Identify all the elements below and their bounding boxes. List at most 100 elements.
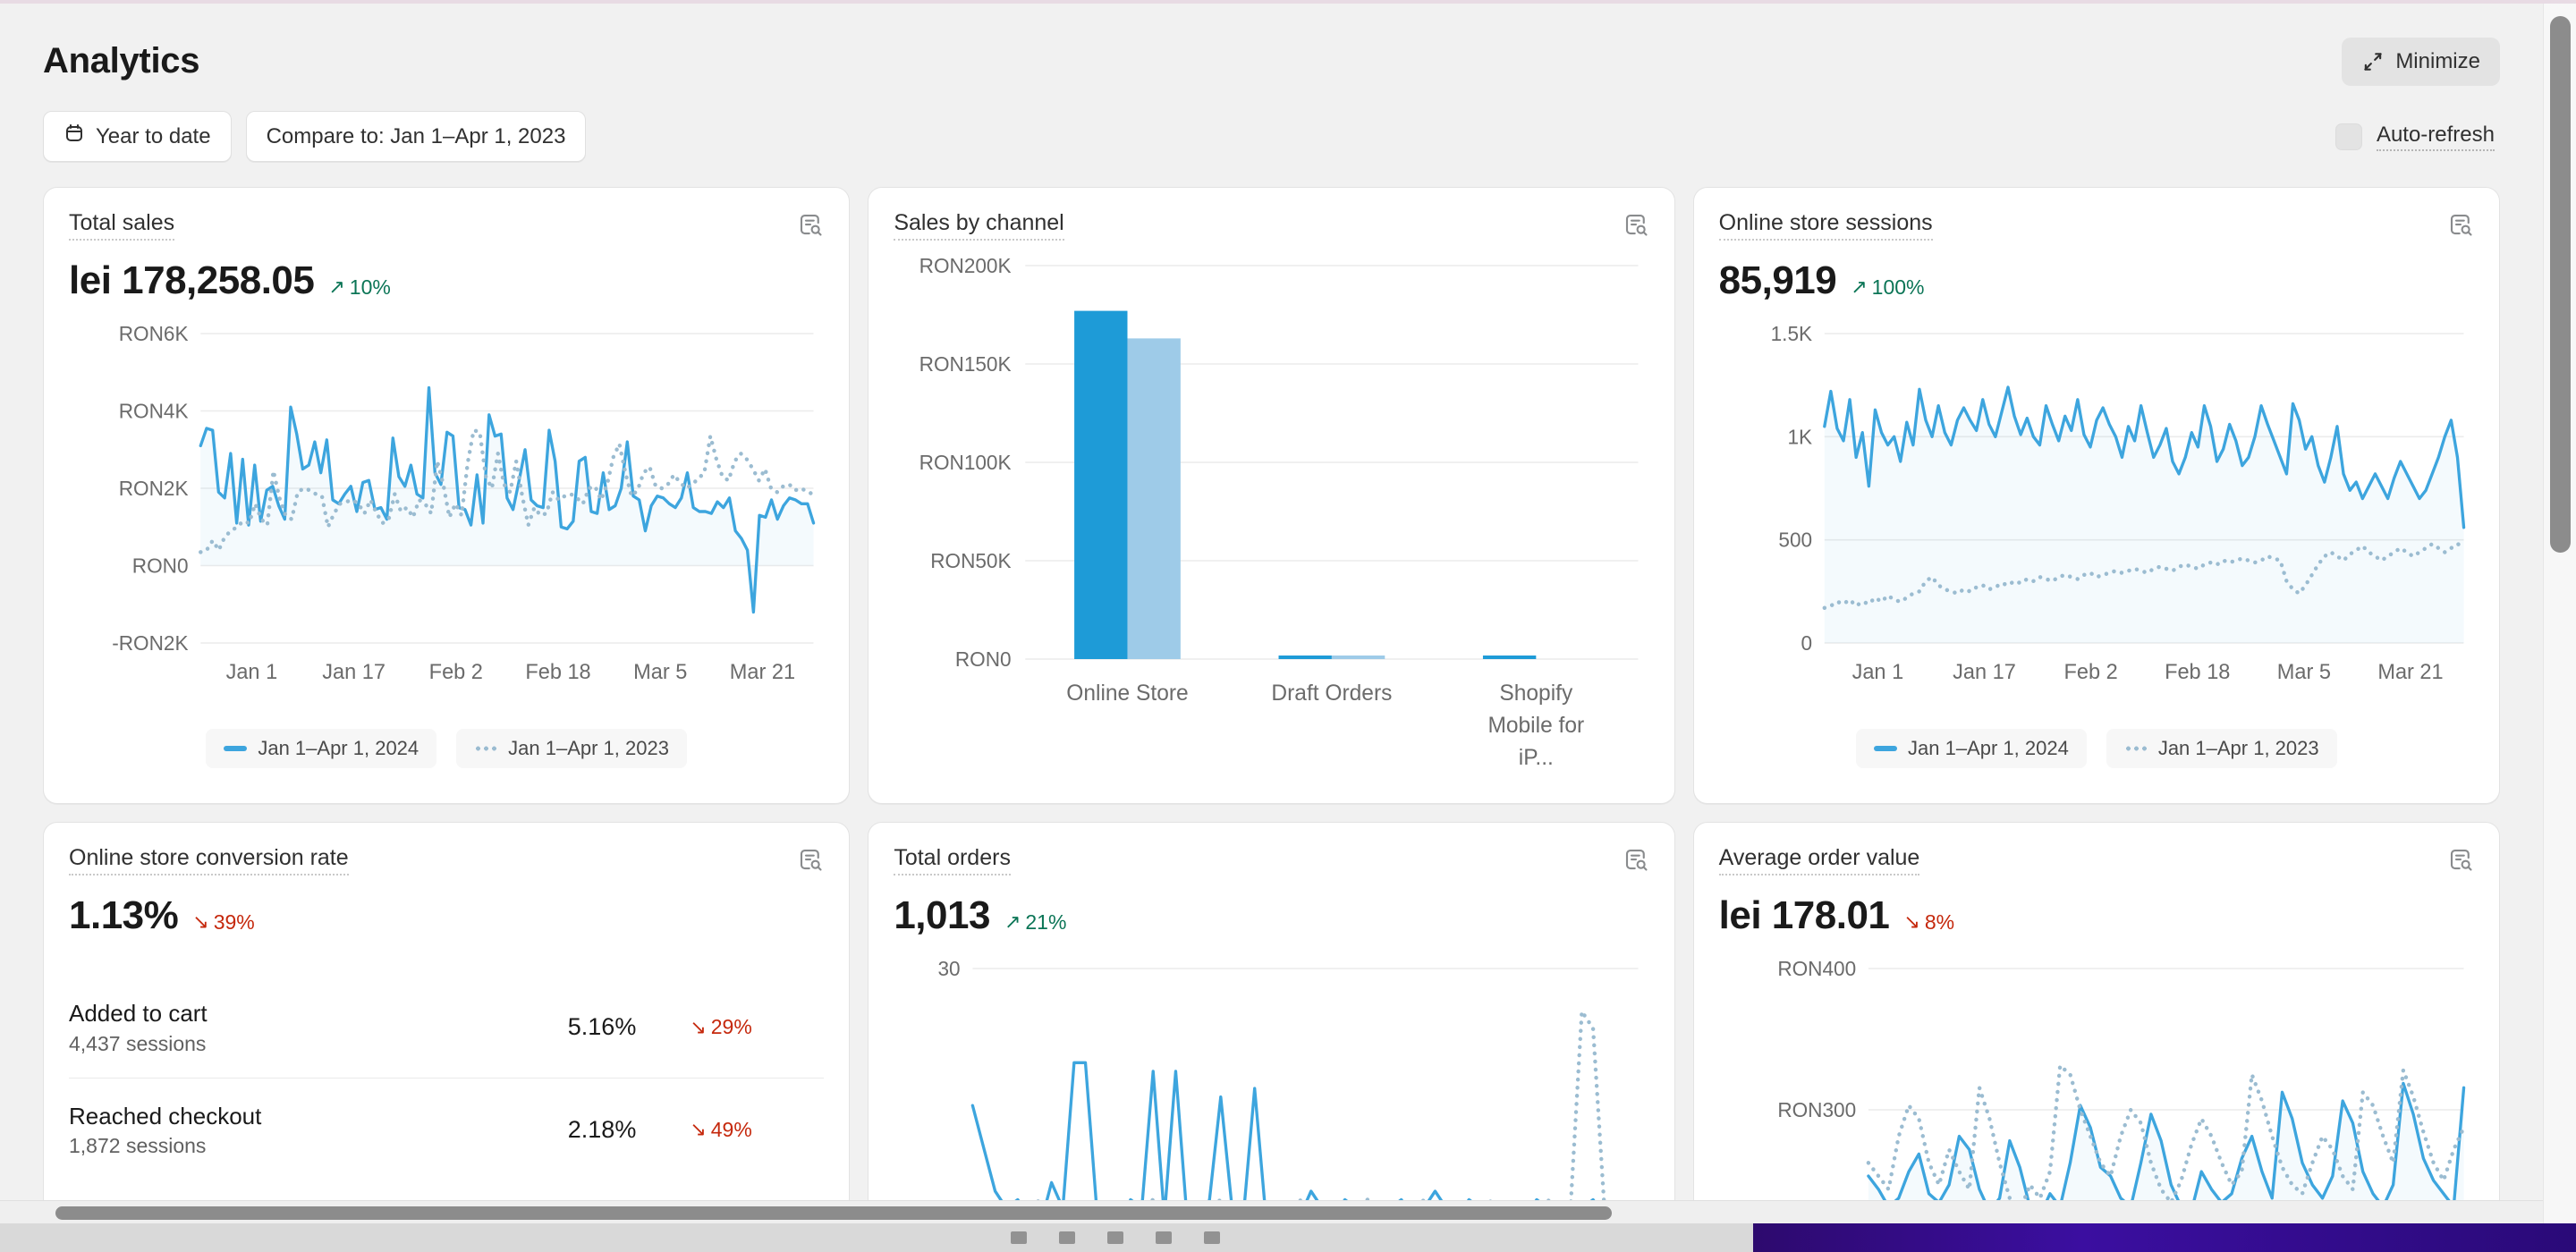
chart-sales-by-channel: RON0 RON50K RON100K RON150K RON200K Online St… (894, 248, 1648, 784)
auto-refresh-control[interactable]: Auto-refresh (2334, 123, 2500, 151)
card-sales-by-channel: Sales by channel RON0 RON50K RON100K RON150… (868, 187, 1675, 804)
view-report-icon[interactable] (2447, 846, 2474, 877)
legend-previous-label: Jan 1–Apr 1, 2023 (508, 737, 669, 759)
minimize-label: Minimize (2395, 49, 2480, 73)
minimize-button[interactable]: Minimize (2342, 38, 2500, 86)
scroll-viewport: Analytics Minimize Year to date Compare … (0, 4, 2543, 1232)
legend-solid-swatch (224, 746, 248, 751)
taskbar-icon[interactable] (1156, 1231, 1172, 1244)
svg-text:0: 0 (1801, 631, 1812, 655)
svg-text:RON2K: RON2K (119, 477, 189, 500)
svg-text:RON200K: RON200K (919, 254, 1012, 277)
svg-text:RON150K: RON150K (919, 352, 1012, 376)
svg-text:RON0: RON0 (955, 647, 1012, 671)
svg-text:RON100K: RON100K (919, 451, 1012, 474)
horizontal-scrollbar[interactable] (0, 1200, 2543, 1223)
svg-text:Jan 1: Jan 1 (1852, 660, 1903, 684)
metric-delta: ↗ 21% (1004, 910, 1066, 935)
funnel-label: Added to cart (69, 1000, 208, 1027)
chart-online-store-sessions: 0 500 1K 1.5K Jan 1 Jan 17 Feb 2 Feb 18 Mar 5 Mar… (1719, 321, 2474, 715)
funnel-label: Reached checkout (69, 1102, 262, 1129)
view-report-icon[interactable] (1623, 211, 1649, 242)
calendar-icon (64, 123, 85, 150)
metric-value: lei 178,258.05 (69, 258, 315, 302)
funnel-row-reached-checkout[interactable]: Reached checkout 1,872 sessions 2.18% ↘ … (69, 1077, 825, 1180)
legend-current[interactable]: Jan 1–Apr 1, 2024 (206, 729, 437, 768)
bar-chart-svg: RON0 RON50K RON100K RON150K RON200K Online St… (919, 254, 1639, 770)
svg-text:RON300: RON300 (1777, 1098, 1856, 1121)
legend-previous[interactable]: Jan 1–Apr 1, 2023 (456, 729, 687, 768)
metric-delta: ↘ 39% (192, 910, 254, 935)
taskbar-active-window[interactable] (1753, 1223, 2576, 1252)
taskbar-icon[interactable] (1107, 1231, 1123, 1244)
card-total-orders: Total orders 1,013 ↗ 21% 30 (868, 822, 1675, 1232)
legend-current-label: Jan 1–Apr 1, 2024 (1908, 737, 2069, 759)
taskbar-icon[interactable] (1059, 1231, 1075, 1244)
vertical-scrollbar[interactable] (2543, 4, 2576, 1232)
page-title: Analytics (43, 41, 200, 80)
compare-label: Compare to: Jan 1–Apr 1, 2023 (266, 123, 566, 148)
metric-value: 1.13% (69, 893, 179, 937)
svg-text:Mar 21: Mar 21 (730, 660, 795, 684)
taskbar-icon[interactable] (1011, 1231, 1027, 1244)
horizontal-scrollbar-thumb[interactable] (55, 1206, 1612, 1220)
card-title: Online store conversion rate (69, 845, 349, 876)
svg-text:Jan 17: Jan 17 (322, 660, 386, 684)
funnel-delta-value: 49% (710, 1117, 752, 1141)
analytics-card-grid: Total sales lei 178,258.05 ↗ 10% -RON2K … (43, 187, 2500, 1232)
svg-text:Jan 17: Jan 17 (1953, 660, 2016, 684)
svg-text:Mar 5: Mar 5 (633, 660, 687, 684)
funnel-sessions: 4,437 sessions (69, 1031, 207, 1055)
svg-text:Mar 5: Mar 5 (2276, 660, 2330, 684)
svg-text:Shopify: Shopify (1500, 681, 1573, 706)
svg-text:Mobile for: Mobile for (1488, 714, 1585, 738)
metric-value: 85,919 (1718, 258, 1837, 302)
arrow-down-icon: ↘ (192, 910, 209, 933)
delta-value: 39% (213, 909, 255, 934)
minimize-arrows-icon (2361, 50, 2385, 73)
legend-dotted-swatch (2123, 746, 2148, 751)
delta-value: 8% (1924, 909, 1955, 934)
svg-text:Online Store: Online Store (1067, 681, 1189, 706)
card-online-store-conversion-rate: Online store conversion rate 1.13% ↘ 39%… (43, 822, 851, 1232)
card-title: Average order value (1718, 845, 1920, 876)
funnel-row-added-to-cart[interactable]: Added to cart 4,437 sessions 5.16% ↘ 29% (69, 976, 824, 1078)
card-title: Total sales (69, 210, 175, 241)
delta-value: 100% (1871, 275, 1925, 299)
chart-legend: Jan 1–Apr 1, 2024 Jan 1–Apr 1, 2023 (1719, 729, 2474, 768)
legend-current-label: Jan 1–Apr 1, 2024 (258, 737, 419, 759)
arrow-down-icon: ↘ (690, 1015, 707, 1038)
line-chart-svg: -RON2K RON0 RON2K RON4K RON6K Jan 1 Jan 17 Feb … (112, 322, 816, 684)
line-chart-svg: 0 500 1K 1.5K Jan 1 Jan 17 Feb 2 Feb 18 Mar 5 Mar… (1770, 322, 2466, 684)
analytics-page: Analytics Minimize Year to date Compare … (0, 0, 2576, 1252)
svg-text:RON400: RON400 (1777, 957, 1856, 980)
legend-previous[interactable]: Jan 1–Apr 1, 2023 (2106, 729, 2337, 768)
view-report-icon[interactable] (1623, 846, 1649, 877)
svg-text:RON0: RON0 (132, 554, 189, 577)
view-report-icon[interactable] (2447, 211, 2474, 242)
card-title: Online store sessions (1718, 210, 1933, 241)
svg-text:RON50K: RON50K (931, 549, 1012, 572)
svg-text:Draft Orders: Draft Orders (1272, 681, 1393, 706)
svg-text:Feb 2: Feb 2 (2063, 660, 2117, 684)
svg-text:1K: 1K (1787, 425, 1812, 448)
auto-refresh-label: Auto-refresh (2376, 123, 2495, 151)
arrow-down-icon: ↘ (1903, 910, 1920, 933)
auto-refresh-checkbox[interactable] (2334, 123, 2362, 150)
taskbar-icon[interactable] (1204, 1231, 1220, 1244)
svg-text:Feb 18: Feb 18 (525, 660, 590, 684)
arrow-up-icon: ↗ (1851, 275, 1868, 298)
view-report-icon[interactable] (797, 846, 824, 877)
funnel-percent: 2.18% (567, 1115, 637, 1143)
card-average-order-value: Average order value lei 178.01 ↘ 8% RON3… (1692, 822, 2500, 1232)
compare-button[interactable]: Compare to: Jan 1–Apr 1, 2023 (245, 111, 587, 162)
date-range-button[interactable]: Year to date (43, 111, 232, 162)
arrow-up-icon: ↗ (1004, 910, 1021, 933)
svg-text:30: 30 (938, 957, 961, 980)
svg-text:Jan 1: Jan 1 (226, 660, 278, 684)
funnel-percent: 5.16% (567, 1013, 637, 1041)
vertical-scrollbar-thumb[interactable] (2550, 16, 2571, 553)
view-report-icon[interactable] (797, 211, 824, 242)
legend-current[interactable]: Jan 1–Apr 1, 2024 (1856, 729, 2087, 768)
funnel-delta-value: 29% (710, 1015, 752, 1039)
